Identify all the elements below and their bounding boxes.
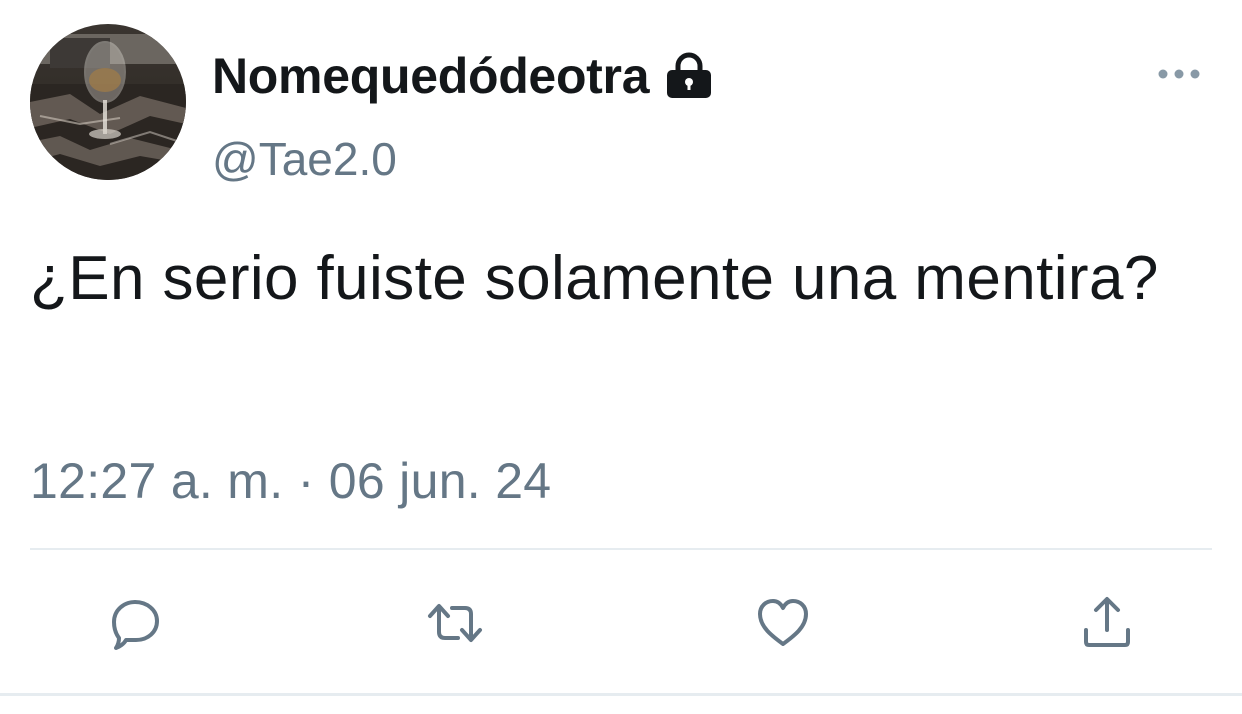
author-name-row: Nomequedódeotra [212, 44, 715, 108]
reply-button[interactable] [106, 594, 164, 652]
share-icon [1084, 597, 1130, 647]
display-name[interactable]: Nomequedódeotra [212, 47, 650, 105]
lock-icon [663, 50, 715, 102]
heart-icon [758, 599, 808, 646]
avatar[interactable] [30, 24, 186, 180]
avatar-image [30, 24, 186, 180]
retweet-button[interactable] [426, 594, 484, 652]
share-button[interactable] [1078, 594, 1136, 652]
user-handle[interactable]: @Tae2.0 [212, 132, 397, 186]
tweet-card: Nomequedódeotra @Tae2.0 ¿En serio fuiste… [0, 0, 1242, 714]
more-options-icon[interactable] [1156, 56, 1202, 92]
reply-icon [112, 600, 159, 650]
tweet-timestamp[interactable]: 12:27 a. m. · 06 jun. 24 [30, 452, 551, 510]
divider [30, 548, 1212, 550]
retweet-icon [428, 604, 482, 642]
bottom-divider [0, 693, 1242, 696]
like-button[interactable] [754, 594, 812, 652]
tweet-text: ¿En serio fuiste solamente una mentira? [30, 244, 1159, 313]
